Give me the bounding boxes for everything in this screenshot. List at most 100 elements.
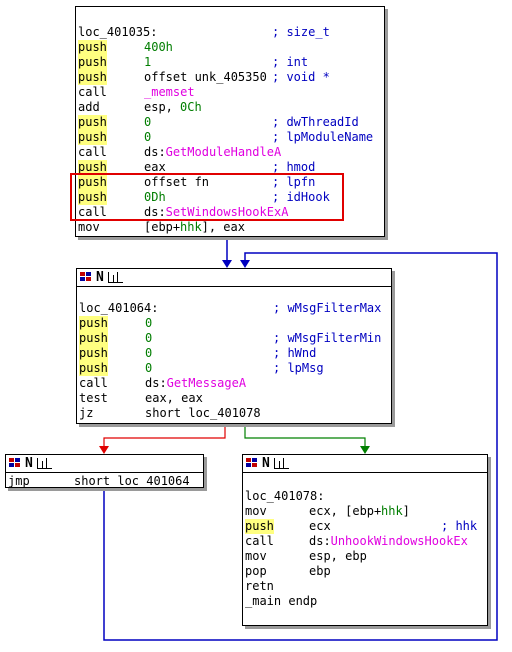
code-line[interactable]: push offset unk_405350 ; void * bbox=[78, 70, 384, 85]
instruction-operand: ], eax bbox=[201, 220, 245, 234]
highlight-box-set-hook bbox=[70, 173, 344, 221]
group-icon bbox=[108, 272, 123, 283]
code-line[interactable]: jmp short loc_401064 bbox=[8, 474, 203, 489]
code-line[interactable]: call ds: GetModuleHandleA bbox=[78, 145, 384, 160]
edge-middle-to-left bbox=[103, 424, 226, 448]
code-block-right[interactable]: NД loc_401078:mov ecx, [ebp+hhk] push ecx ; h… bbox=[242, 454, 488, 626]
code-comment: ; dwThreadId bbox=[272, 115, 359, 129]
instruction-mnemonic: jmp bbox=[8, 474, 30, 488]
graph-node-icon bbox=[9, 458, 22, 469]
instruction-mnemonic: push bbox=[79, 361, 108, 376]
block-title: N bbox=[96, 270, 104, 285]
instruction-mnemonic: call bbox=[78, 85, 107, 99]
instruction-mnemonic: push bbox=[79, 316, 108, 331]
instruction-operand: ebp bbox=[309, 564, 331, 578]
instruction-mnemonic: push bbox=[79, 331, 108, 346]
code-line[interactable]: mov esp, ebp bbox=[245, 549, 487, 564]
instruction-operand: short loc_401064 bbox=[74, 474, 190, 488]
code-line[interactable]: test eax, eax bbox=[79, 391, 391, 406]
instruction-operand: 400h bbox=[144, 40, 173, 54]
code-line[interactable]: retn bbox=[245, 579, 487, 594]
edge-arrowhead bbox=[222, 260, 232, 268]
block-header: NД bbox=[6, 455, 203, 473]
instruction-operand: 0 bbox=[144, 115, 152, 129]
instruction-operand: [ebp+ bbox=[144, 220, 181, 234]
code-line[interactable]: push 0 ; hWnd bbox=[79, 346, 391, 361]
instruction-mnemonic: push bbox=[78, 55, 107, 70]
instruction-operand: esp, bbox=[144, 100, 181, 114]
code-line[interactable]: pop ebp bbox=[245, 564, 487, 579]
instruction-operand: hhk bbox=[381, 504, 403, 518]
instruction-mnemonic: call bbox=[245, 534, 274, 548]
code-label: loc_401064: bbox=[79, 301, 159, 315]
code-label: loc_401035: bbox=[78, 25, 158, 39]
block-header: NД bbox=[77, 269, 391, 287]
code-line[interactable]: call ds: UnhookWindowsHookEx bbox=[245, 534, 487, 549]
code-line[interactable]: call _memset bbox=[78, 85, 384, 100]
instruction-operand: UnhookWindowsHookEx bbox=[330, 534, 468, 548]
edge-middle-to-right bbox=[244, 424, 366, 448]
code-line[interactable]: mov [ebp+ hhk], eax bbox=[78, 220, 384, 235]
code-line[interactable]: push 1 ; int bbox=[78, 55, 384, 70]
code-line[interactable]: push 400h bbox=[78, 40, 384, 55]
code-block-middle[interactable]: NД loc_401064: ; wMsgFilterMax push 0 push 0 ; … bbox=[76, 268, 392, 424]
code-line[interactable]: call ds: GetMessageA bbox=[79, 376, 391, 391]
instruction-mnemonic: add bbox=[78, 100, 100, 114]
code-line[interactable]: push ecx ; hhk bbox=[245, 519, 487, 534]
instruction-operand: 0 bbox=[145, 316, 153, 330]
block-title: N bbox=[25, 456, 33, 471]
edge-arrowhead bbox=[240, 260, 250, 268]
block-header: NД bbox=[243, 455, 487, 473]
instruction-mnemonic: call bbox=[79, 376, 108, 390]
instruction-mnemonic: pop bbox=[245, 564, 267, 578]
code-line[interactable]: mov ecx, [ebp+ hhk] bbox=[245, 504, 487, 519]
instruction-operand: 0 bbox=[144, 130, 152, 144]
instruction-mnemonic: test bbox=[79, 391, 108, 405]
code-line[interactable]: add esp, 0Ch bbox=[78, 100, 384, 115]
instruction-operand: ds: bbox=[309, 534, 331, 548]
instruction-operand: ecx, [ebp+ bbox=[309, 504, 382, 518]
edge-arrowhead bbox=[99, 446, 109, 454]
code-block-left[interactable]: NДjmp short loc_401064 bbox=[5, 454, 204, 488]
code-line[interactable]: push 0 ; lpMsg bbox=[79, 361, 391, 376]
instruction-mnemonic: push bbox=[78, 70, 107, 85]
code-label: _main endp bbox=[245, 594, 318, 608]
instruction-operand: ] bbox=[402, 504, 410, 518]
instruction-operand: esp, ebp bbox=[309, 549, 367, 563]
instruction-operand: 1 bbox=[144, 55, 152, 69]
code-line[interactable]: loc_401035: ; size_t bbox=[78, 25, 384, 40]
instruction-mnemonic: mov bbox=[245, 549, 267, 563]
instruction-operand: ecx bbox=[309, 519, 331, 533]
instruction-mnemonic: push bbox=[78, 115, 107, 130]
code-comment: ; size_t bbox=[272, 25, 330, 39]
instruction-operand: offset unk_405350 bbox=[144, 70, 267, 84]
code-line[interactable]: push 0 ; dwThreadId bbox=[78, 115, 384, 130]
code-line[interactable]: loc_401064: ; wMsgFilterMax bbox=[79, 301, 391, 316]
instruction-mnemonic: call bbox=[78, 145, 107, 159]
instruction-operand: short loc_401078 bbox=[145, 406, 261, 420]
instruction-mnemonic: mov bbox=[245, 504, 267, 518]
code-comment: ; wMsgFilterMax bbox=[273, 301, 382, 315]
code-comment: ; lpModuleName bbox=[272, 130, 374, 144]
instruction-mnemonic: jz bbox=[79, 406, 94, 420]
instruction-operand: GetModuleHandleA bbox=[165, 145, 282, 159]
instruction-mnemonic: push bbox=[78, 40, 107, 55]
code-comment: ; hhk bbox=[441, 519, 478, 533]
instruction-mnemonic: push bbox=[245, 519, 274, 534]
instruction-operand: hhk bbox=[180, 220, 202, 234]
edge-arrowhead bbox=[360, 446, 370, 454]
code-line[interactable]: push 0 ; wMsgFilterMin bbox=[79, 331, 391, 346]
code-comment: ; void * bbox=[272, 70, 330, 84]
code-line[interactable]: push 0 ; lpModuleName bbox=[78, 130, 384, 145]
code-line[interactable]: _main endp bbox=[245, 594, 487, 609]
instruction-operand: 0 bbox=[145, 331, 153, 345]
group-icon bbox=[37, 458, 52, 469]
code-line[interactable]: loc_401078: bbox=[245, 489, 487, 504]
code-comment: ; wMsgFilterMin bbox=[273, 331, 382, 345]
code-line[interactable]: push 0 bbox=[79, 316, 391, 331]
group-icon bbox=[274, 458, 289, 469]
code-line[interactable]: jz short loc_401078 bbox=[79, 406, 391, 421]
instruction-mnemonic: mov bbox=[78, 220, 100, 234]
graph-node-icon bbox=[80, 272, 93, 283]
instruction-operand: ds: bbox=[144, 145, 166, 159]
